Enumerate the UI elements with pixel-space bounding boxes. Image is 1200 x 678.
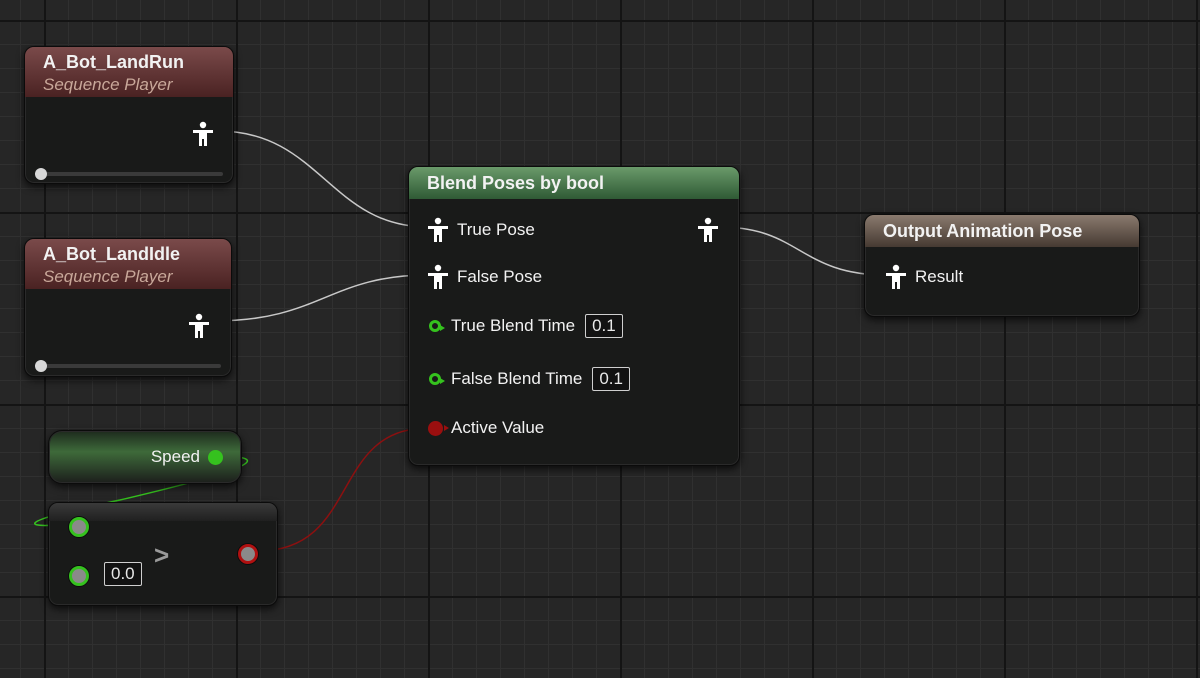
speed-output-pin[interactable]: Speed: [151, 447, 223, 467]
landrun-sequence-node[interactable]: A_Bot_LandRun Sequence Player: [24, 46, 234, 184]
false-blend-time-input[interactable]: 0.1: [592, 367, 630, 391]
pose-icon[interactable]: [697, 217, 719, 243]
pose-icon: [428, 264, 448, 289]
pose-icon: [886, 264, 906, 289]
float-pin-icon[interactable]: [429, 373, 445, 385]
pose-icon: [428, 217, 448, 242]
speed-variable-node[interactable]: Speed: [48, 430, 242, 484]
playback-slider[interactable]: [35, 168, 223, 180]
playback-slider-handle[interactable]: [35, 168, 47, 180]
bool-pin-icon[interactable]: [428, 420, 449, 436]
blend-node-title: Blend Poses by bool: [427, 173, 605, 193]
false-pose-pin[interactable]: False Pose: [427, 264, 542, 290]
landidle-node-header[interactable]: A_Bot_LandIdle Sequence Player: [25, 239, 231, 289]
greater-than-node[interactable]: 0.0 >: [48, 502, 278, 606]
landrun-node-header[interactable]: A_Bot_LandRun Sequence Player: [25, 47, 233, 97]
output-animation-pose-node[interactable]: Output Animation Pose Result: [864, 214, 1140, 317]
float-pin-icon[interactable]: [69, 517, 89, 537]
bool-pin-icon[interactable]: [238, 544, 258, 564]
float-pin-icon[interactable]: [429, 320, 445, 332]
wire-blend-to-result: [719, 226, 887, 276]
wire-landidle-to-false-pose: [213, 274, 429, 322]
pose-icon[interactable]: [188, 313, 210, 339]
speed-label: Speed: [150, 447, 200, 466]
false-pose-label: False Pose: [457, 267, 543, 286]
true-pose-pin[interactable]: True Pose: [427, 217, 535, 243]
true-pose-label: True Pose: [457, 220, 535, 239]
output-node-header[interactable]: Output Animation Pose: [865, 215, 1139, 247]
active-value-label: Active Value: [451, 418, 545, 437]
landidle-sequence-node[interactable]: A_Bot_LandIdle Sequence Player: [24, 238, 232, 377]
greater-than-operator: >: [154, 540, 170, 570]
false-blend-time-pin[interactable]: False Blend Time 0.1: [429, 367, 630, 391]
blend-node-header[interactable]: Blend Poses by bool: [409, 167, 739, 199]
wire-compare-to-active-value: [257, 427, 429, 552]
false-blend-time-label: False Blend Time: [451, 369, 583, 388]
true-blend-time-input[interactable]: 0.1: [585, 314, 623, 338]
true-blend-time-label: True Blend Time: [451, 316, 576, 335]
output-node-title: Output Animation Pose: [883, 221, 1083, 241]
wire-landrun-to-true-pose: [217, 130, 429, 228]
playback-slider[interactable]: [35, 360, 221, 372]
blend-poses-by-bool-node[interactable]: Blend Poses by bool True Pose False Pose…: [408, 166, 740, 466]
active-value-pin[interactable]: Active Value: [428, 418, 544, 438]
pose-icon[interactable]: [192, 121, 214, 147]
landrun-node-title: A_Bot_LandRun: [43, 52, 184, 72]
result-pin[interactable]: Result: [885, 264, 963, 290]
compare-b-input[interactable]: 0.0: [104, 562, 142, 586]
float-pin-icon[interactable]: [69, 566, 89, 586]
landidle-node-title: A_Bot_LandIdle: [43, 244, 181, 264]
playback-slider-handle[interactable]: [35, 360, 47, 372]
true-blend-time-pin[interactable]: True Blend Time 0.1: [429, 314, 623, 338]
float-pin-icon[interactable]: [208, 449, 223, 465]
result-label: Result: [915, 267, 964, 286]
landrun-node-subtitle: Sequence Player: [43, 75, 173, 94]
landidle-node-subtitle: Sequence Player: [43, 267, 173, 286]
